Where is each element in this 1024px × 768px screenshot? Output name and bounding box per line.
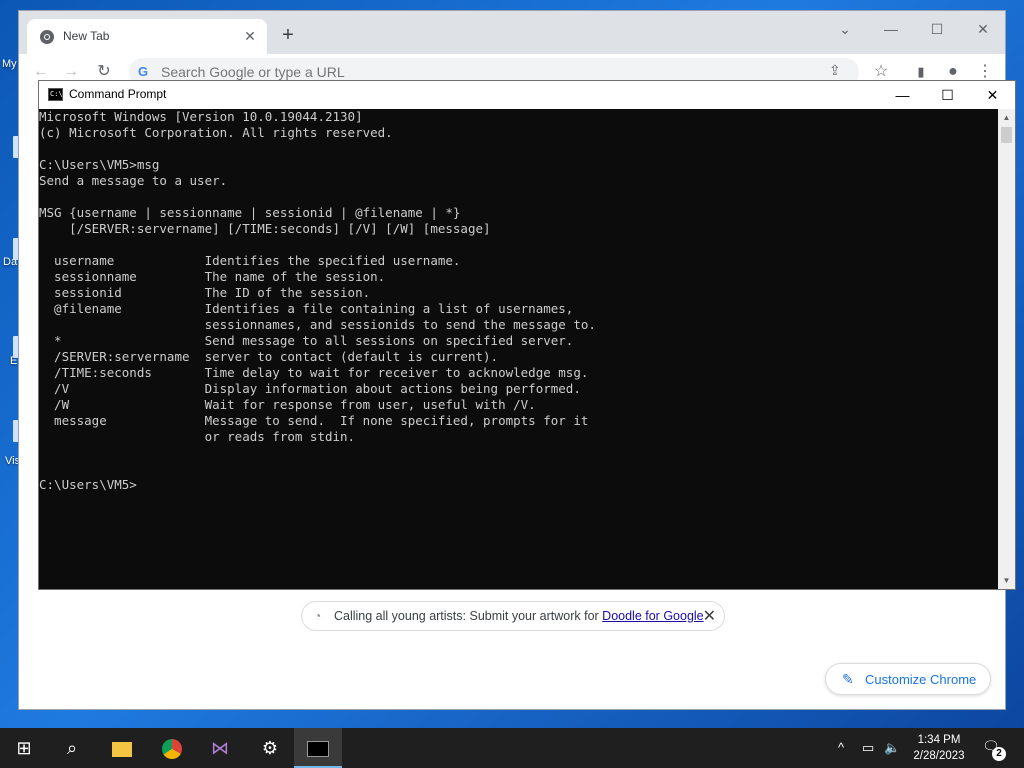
chrome-favicon-icon xyxy=(40,30,54,44)
console-line: message Message to send. If none specifi… xyxy=(39,413,589,428)
console-line: /TIME:seconds Time delay to wait for rec… xyxy=(39,365,589,380)
start-button[interactable]: ⊞ xyxy=(0,728,48,768)
notice-close-icon[interactable]: ✕ xyxy=(703,606,716,626)
console-line: /V Display information about actions bei… xyxy=(39,381,581,396)
notification-count-badge: 2 xyxy=(992,747,1006,761)
cmd-title-bar[interactable]: C:\ Command Prompt — ☐ ✕ xyxy=(39,81,1015,109)
visual-studio-icon[interactable]: ⋈ xyxy=(196,728,244,768)
desktop-icon-label-1[interactable]: My xyxy=(2,58,17,70)
omnibox-input[interactable] xyxy=(161,62,761,82)
console-line: sessionname The name of the session. xyxy=(39,269,386,284)
search-icon[interactable]: ⌕ xyxy=(48,728,96,768)
tab-close-icon[interactable]: ✕ xyxy=(241,27,259,45)
scroll-down-arrow-icon[interactable]: ▼ xyxy=(998,572,1015,589)
chrome-taskbar-icon[interactable] xyxy=(148,728,196,768)
new-tab-button[interactable]: + xyxy=(277,25,299,47)
taskbar-clock[interactable]: 1:34 PM 2/28/2023 xyxy=(906,732,972,764)
cmd-scrollbar[interactable]: ▲ ▼ xyxy=(998,109,1015,589)
console-line: C:\Users\VM5> xyxy=(39,477,137,492)
console-line: Microsoft Windows [Version 10.0.19044.21… xyxy=(39,109,363,124)
doodle-link[interactable]: Doodle for Google xyxy=(602,609,703,623)
console-line: sessionnames, and sessionids to send the… xyxy=(39,317,596,332)
taskbar: ⊞ ⌕ ⋈ ⚙ ^ ▭ 🔈 1:34 PM 2/28/2023 🗨 2 xyxy=(0,728,1024,768)
console-line: username Identifies the specified userna… xyxy=(39,253,461,268)
console-line: /W Wait for response from user, useful w… xyxy=(39,397,536,412)
console-line: @filename Identifies a file containing a… xyxy=(39,301,574,316)
customize-chrome-label: Customize Chrome xyxy=(865,672,977,687)
console-line: sessionid The ID of the session. xyxy=(39,285,371,300)
desktop-icon-label-3[interactable]: E xyxy=(10,355,17,367)
cmd-close-button[interactable]: ✕ xyxy=(970,81,1015,109)
chrome-minimize-button[interactable]: — xyxy=(871,17,911,41)
pencil-icon: ✎ xyxy=(842,671,854,687)
console-line: [/SERVER:servername] [/TIME:seconds] [/V… xyxy=(39,221,491,236)
console-output[interactable]: Microsoft Windows [Version 10.0.19044.21… xyxy=(39,109,999,589)
doodle-notice: ◔ Calling all young artists: Submit your… xyxy=(301,601,725,631)
network-icon[interactable]: ▭ xyxy=(862,740,874,756)
notice-text: Calling all young artists: Submit your a… xyxy=(334,609,704,623)
doodle-palette-icon: ◔ xyxy=(314,609,322,623)
tab-new-tab[interactable]: New Tab ✕ xyxy=(27,19,267,54)
command-prompt-taskbar-icon[interactable] xyxy=(294,728,342,768)
desktop-icon-label-2[interactable]: Da xyxy=(3,256,17,268)
share-icon[interactable]: ⇪ xyxy=(829,62,841,79)
console-line: (c) Microsoft Corporation. All rights re… xyxy=(39,125,393,140)
cmd-maximize-button[interactable]: ☐ xyxy=(925,81,970,109)
console-line: C:\Users\VM5>msg xyxy=(39,157,160,172)
tray-chevron-up-icon[interactable]: ^ xyxy=(838,740,844,755)
chrome-tab-strip: New Tab ✕ + ⌄ — ☐ ✕ xyxy=(19,11,1005,54)
cmd-app-icon: C:\ xyxy=(48,88,63,101)
settings-gear-icon[interactable]: ⚙ xyxy=(246,728,294,768)
console-line: or reads from stdin. xyxy=(39,429,356,444)
scroll-up-arrow-icon[interactable]: ▲ xyxy=(998,109,1015,126)
customize-chrome-button[interactable]: ✎ Customize Chrome xyxy=(825,663,991,695)
console-line: * Send message to all sessions on specif… xyxy=(39,333,574,348)
file-explorer-icon[interactable] xyxy=(98,728,146,768)
clock-date: 2/28/2023 xyxy=(913,750,965,762)
clock-time: 1:34 PM xyxy=(917,734,961,746)
tab-title: New Tab xyxy=(63,29,110,43)
chrome-close-button[interactable]: ✕ xyxy=(963,17,1003,41)
cmd-minimize-button[interactable]: — xyxy=(880,81,925,109)
console-line: /SERVER:servername server to contact (de… xyxy=(39,349,499,364)
chrome-maximize-button[interactable]: ☐ xyxy=(917,17,957,41)
volume-icon[interactable]: 🔈 xyxy=(884,740,900,756)
command-prompt-window: C:\ Command Prompt — ☐ ✕ Microsoft Windo… xyxy=(38,80,1016,590)
tab-search-chevron-icon[interactable]: ⌄ xyxy=(825,17,865,41)
cmd-window-title: Command Prompt xyxy=(69,87,167,101)
google-g-icon: G xyxy=(138,64,149,79)
console-line: MSG {username | sessionname | sessionid … xyxy=(39,205,461,220)
scroll-thumb[interactable] xyxy=(1001,127,1012,143)
console-line: Send a message to a user. xyxy=(39,173,228,188)
